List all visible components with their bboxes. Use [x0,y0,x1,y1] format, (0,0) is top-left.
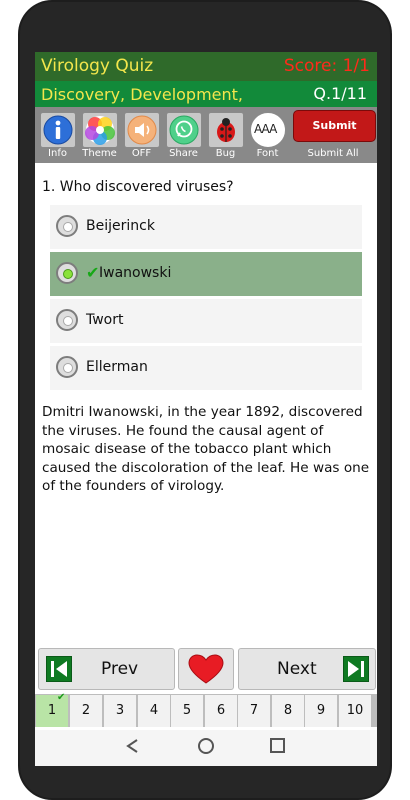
option-beijerinck[interactable]: Beijerinck [50,205,362,249]
radio-dot [63,222,73,232]
info-icon-tile [40,112,76,148]
app-screen: Virology Quiz Score: 1/1 Discovery, Deve… [35,52,377,766]
question-pager: ✔ 1 2 3 4 5 6 7 8 9 10 [35,692,377,727]
page-1[interactable]: ✔ 1 [36,692,68,727]
whatsapp-share-icon [169,115,199,145]
title-bar: Virology Quiz Score: 1/1 [35,52,377,81]
page-number: 2 [81,703,91,718]
option-label: Beijerinck [86,218,155,234]
score-label: Score: 1/1 [283,56,370,76]
next-button[interactable]: Next [238,648,376,690]
page-number: 8 [283,703,293,718]
next-label: Next [277,659,317,679]
page-number: 4 [149,703,159,718]
radio-button[interactable] [56,309,78,331]
prev-arrow-icon [46,656,72,682]
palette-icon [85,116,115,145]
toolbar: Info Theme OFF Share Bug AAA Font Submit… [35,107,377,163]
option-label: Iwanowski [99,265,172,281]
page-4[interactable]: 4 [138,695,170,727]
option-twort[interactable]: Twort [50,299,362,343]
info-caption: Info [48,148,67,159]
page-number: 7 [249,703,259,718]
bug-report-button[interactable]: Bug [206,110,245,160]
ladybug-icon [217,118,235,142]
share-icon-tile [166,112,202,148]
heart-icon [188,654,224,684]
recent-apps-icon[interactable] [270,738,285,753]
prev-label: Prev [101,659,139,679]
app-title: Virology Quiz [41,56,154,76]
page-8[interactable]: 8 [272,695,304,727]
correct-check-icon: ✔ [86,263,100,282]
font-size-icon: AAA [254,122,277,136]
phone-device: Virology Quiz Score: 1/1 Discovery, Deve… [0,0,410,800]
info-button[interactable]: Info [38,110,77,160]
answered-check-icon: ✔ [57,692,66,703]
font-icon-tile: AAA [250,112,286,148]
question-counter: Q.1/11 [313,84,367,103]
page-2[interactable]: 2 [70,695,102,727]
page-number: 9 [316,703,326,718]
bug-caption: Bug [215,148,236,159]
theme-icon-tile [82,112,118,148]
theme-caption: Theme [82,148,117,159]
font-caption: Font [256,148,279,159]
radio-button[interactable] [56,215,78,237]
topic-title: Discovery, Development, [41,85,244,104]
page-9[interactable]: 9 [305,695,337,727]
answer-explanation: Dmitri Iwanowski, in the year 1892, disc… [42,404,370,494]
option-label: Ellerman [86,359,148,375]
question-navigation: Prev Next [35,646,377,690]
sound-toggle-button[interactable]: OFF [122,110,161,160]
bug-icon-tile [208,112,244,148]
radio-dot [63,316,73,326]
page-number: 1 [47,703,57,718]
radio-dot [63,269,73,279]
submit-button[interactable]: Submit [293,110,376,142]
prev-button[interactable]: Prev [38,648,175,690]
page-number: 5 [182,703,192,718]
radio-button-selected[interactable] [56,262,78,284]
page-3[interactable]: 3 [104,695,136,727]
page-number: 10 [346,703,364,718]
theme-button[interactable]: Theme [80,110,119,160]
speaker-icon [127,115,157,145]
topic-bar: Discovery, Development, Q.1/11 [35,81,377,107]
radio-dot [63,363,73,373]
next-arrow-icon [343,656,369,682]
option-ellerman[interactable]: Ellerman [50,346,362,390]
android-navigation-bar [35,730,377,766]
page-number: 3 [115,703,125,718]
sound-icon-tile [124,112,160,148]
question-text: 1. Who discovered viruses? [42,179,234,195]
option-label: Twort [86,312,124,328]
sound-caption: OFF [131,148,152,159]
share-button[interactable]: Share [164,110,203,160]
back-icon[interactable] [125,738,139,754]
page-7[interactable]: 7 [238,695,270,727]
page-number: 6 [216,703,226,718]
submit-all-button[interactable]: Submit All [291,148,375,159]
info-icon [43,115,73,145]
share-caption: Share [169,148,198,159]
font-size-button[interactable]: AAA Font [248,110,287,160]
option-iwanowski[interactable]: ✔ Iwanowski [50,252,362,296]
radio-button[interactable] [56,356,78,378]
page-10[interactable]: 10 [339,695,371,727]
home-icon[interactable] [198,738,214,754]
page-6[interactable]: 6 [205,695,237,727]
favorite-button[interactable] [178,648,234,690]
page-5[interactable]: 5 [171,695,203,727]
